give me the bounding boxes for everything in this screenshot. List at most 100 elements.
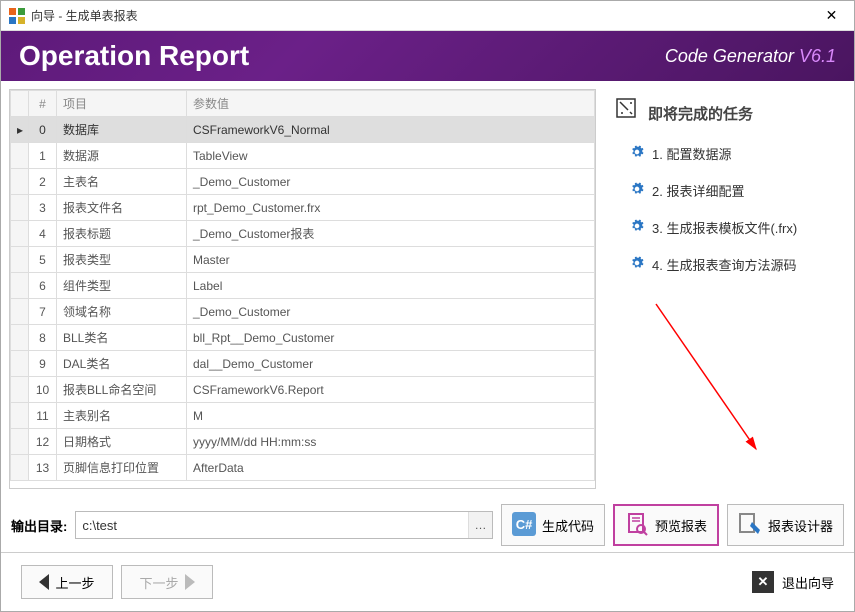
cell-num: 12	[29, 429, 57, 455]
table-row[interactable]: 11主表别名M	[11, 403, 595, 429]
gear-icon	[630, 256, 644, 273]
cell-num: 5	[29, 247, 57, 273]
cell-name: 数据库	[57, 117, 187, 143]
cell-num: 4	[29, 221, 57, 247]
row-indicator	[11, 429, 29, 455]
task-sidebar: 即将完成的任务 1. 配置数据源 2. 报表详细配置 3. 生成报表模板文件(.fr…	[606, 89, 846, 489]
row-indicator	[11, 403, 29, 429]
col-name-header[interactable]: 项目	[57, 91, 187, 117]
gear-icon	[630, 145, 644, 162]
row-indicator	[11, 273, 29, 299]
cell-value: yyyy/MM/dd HH:mm:ss	[187, 429, 595, 455]
table-row[interactable]: 9DAL类名dal__Demo_Customer	[11, 351, 595, 377]
task-label: 3. 生成报表模板文件(.frx)	[652, 218, 797, 237]
cell-name: 页脚信息打印位置	[57, 455, 187, 481]
grid-scroll[interactable]: # 项目 参数值 ▸0数据库CSFrameworkV6_Normal1数据源Ta…	[10, 90, 595, 488]
cell-name: 报表标题	[57, 221, 187, 247]
col-indicator	[11, 91, 29, 117]
task-item: 2. 报表详细配置	[630, 181, 842, 200]
cell-value: Label	[187, 273, 595, 299]
cell-value: _Demo_Customer	[187, 169, 595, 195]
row-indicator	[11, 247, 29, 273]
gear-icon	[630, 219, 644, 236]
wizard-footer: 上一步 下一步 ✕ 退出向导	[1, 552, 854, 611]
cell-name: 组件类型	[57, 273, 187, 299]
sidebar-title: 即将完成的任务	[648, 103, 753, 124]
window-titlebar: 向导 - 生成单表报表 ✕	[1, 1, 854, 31]
next-button: 下一步	[121, 565, 213, 599]
cell-value: _Demo_Customer	[187, 299, 595, 325]
prev-label: 上一步	[55, 573, 94, 592]
table-row[interactable]: 5报表类型Master	[11, 247, 595, 273]
row-indicator	[11, 299, 29, 325]
cell-num: 13	[29, 455, 57, 481]
cell-num: 6	[29, 273, 57, 299]
parameters-grid: # 项目 参数值 ▸0数据库CSFrameworkV6_Normal1数据源Ta…	[9, 89, 596, 489]
cell-value: CSFrameworkV6.Report	[187, 377, 595, 403]
next-label: 下一步	[139, 573, 178, 592]
cell-value: dal__Demo_Customer	[187, 351, 595, 377]
table-row[interactable]: 4报表标题_Demo_Customer报表	[11, 221, 595, 247]
cell-name: 报表类型	[57, 247, 187, 273]
output-dir-input[interactable]	[76, 512, 468, 538]
table-row[interactable]: 13页脚信息打印位置AfterData	[11, 455, 595, 481]
row-indicator	[11, 169, 29, 195]
exit-wizard-button[interactable]: ✕ 退出向导	[752, 571, 834, 593]
cell-name: 报表BLL命名空间	[57, 377, 187, 403]
preview-report-button[interactable]: 预览报表	[613, 504, 719, 546]
cell-name: 主表别名	[57, 403, 187, 429]
annotation-arrow	[646, 299, 786, 469]
table-row[interactable]: 12日期格式yyyy/MM/dd HH:mm:ss	[11, 429, 595, 455]
cell-value: M	[187, 403, 595, 429]
gear-icon	[630, 182, 644, 199]
table-row[interactable]: 6组件类型Label	[11, 273, 595, 299]
designer-icon	[738, 512, 762, 539]
table-row[interactable]: ▸0数据库CSFrameworkV6_Normal	[11, 117, 595, 143]
cell-name: 数据源	[57, 143, 187, 169]
cell-value: rpt_Demo_Customer.frx	[187, 195, 595, 221]
table-row[interactable]: 7领域名称_Demo_Customer	[11, 299, 595, 325]
designer-label: 报表设计器	[768, 516, 833, 535]
col-num-header[interactable]: #	[29, 91, 57, 117]
cell-name: 报表文件名	[57, 195, 187, 221]
prev-button[interactable]: 上一步	[21, 565, 113, 599]
row-indicator	[11, 377, 29, 403]
triangle-right-icon	[185, 574, 195, 590]
col-value-header[interactable]: 参数值	[187, 91, 595, 117]
row-indicator	[11, 455, 29, 481]
row-indicator: ▸	[11, 117, 29, 143]
browse-button[interactable]: …	[468, 512, 492, 538]
output-label: 输出目录:	[11, 516, 67, 535]
generate-code-label: 生成代码	[542, 516, 594, 535]
cell-num: 0	[29, 117, 57, 143]
task-label: 2. 报表详细配置	[652, 181, 744, 200]
task-item: 3. 生成报表模板文件(.frx)	[630, 218, 842, 237]
table-row[interactable]: 10报表BLL命名空间CSFrameworkV6.Report	[11, 377, 595, 403]
brand-version: V6.1	[799, 46, 836, 66]
preview-icon	[625, 512, 649, 539]
page-title: Operation Report	[19, 40, 249, 72]
cell-value: CSFrameworkV6_Normal	[187, 117, 595, 143]
table-row[interactable]: 1数据源TableView	[11, 143, 595, 169]
task-item: 4. 生成报表查询方法源码	[630, 255, 842, 274]
cell-num: 2	[29, 169, 57, 195]
cell-value: bll_Rpt__Demo_Customer	[187, 325, 595, 351]
cell-num: 1	[29, 143, 57, 169]
table-row[interactable]: 2主表名_Demo_Customer	[11, 169, 595, 195]
close-icon[interactable]: ✕	[809, 1, 854, 31]
cell-num: 7	[29, 299, 57, 325]
cell-value: _Demo_Customer报表	[187, 221, 595, 247]
report-designer-button[interactable]: 报表设计器	[727, 504, 844, 546]
generate-code-button[interactable]: C# 生成代码	[501, 504, 605, 546]
cell-num: 10	[29, 377, 57, 403]
brand-text: Code Generator	[665, 46, 799, 66]
exit-icon: ✕	[752, 571, 774, 593]
table-row[interactable]: 3报表文件名rpt_Demo_Customer.frx	[11, 195, 595, 221]
task-item: 1. 配置数据源	[630, 144, 842, 163]
table-row[interactable]: 8BLL类名bll_Rpt__Demo_Customer	[11, 325, 595, 351]
triangle-left-icon	[39, 574, 49, 590]
cell-value: AfterData	[187, 455, 595, 481]
cell-num: 3	[29, 195, 57, 221]
cell-name: 主表名	[57, 169, 187, 195]
cell-value: Master	[187, 247, 595, 273]
